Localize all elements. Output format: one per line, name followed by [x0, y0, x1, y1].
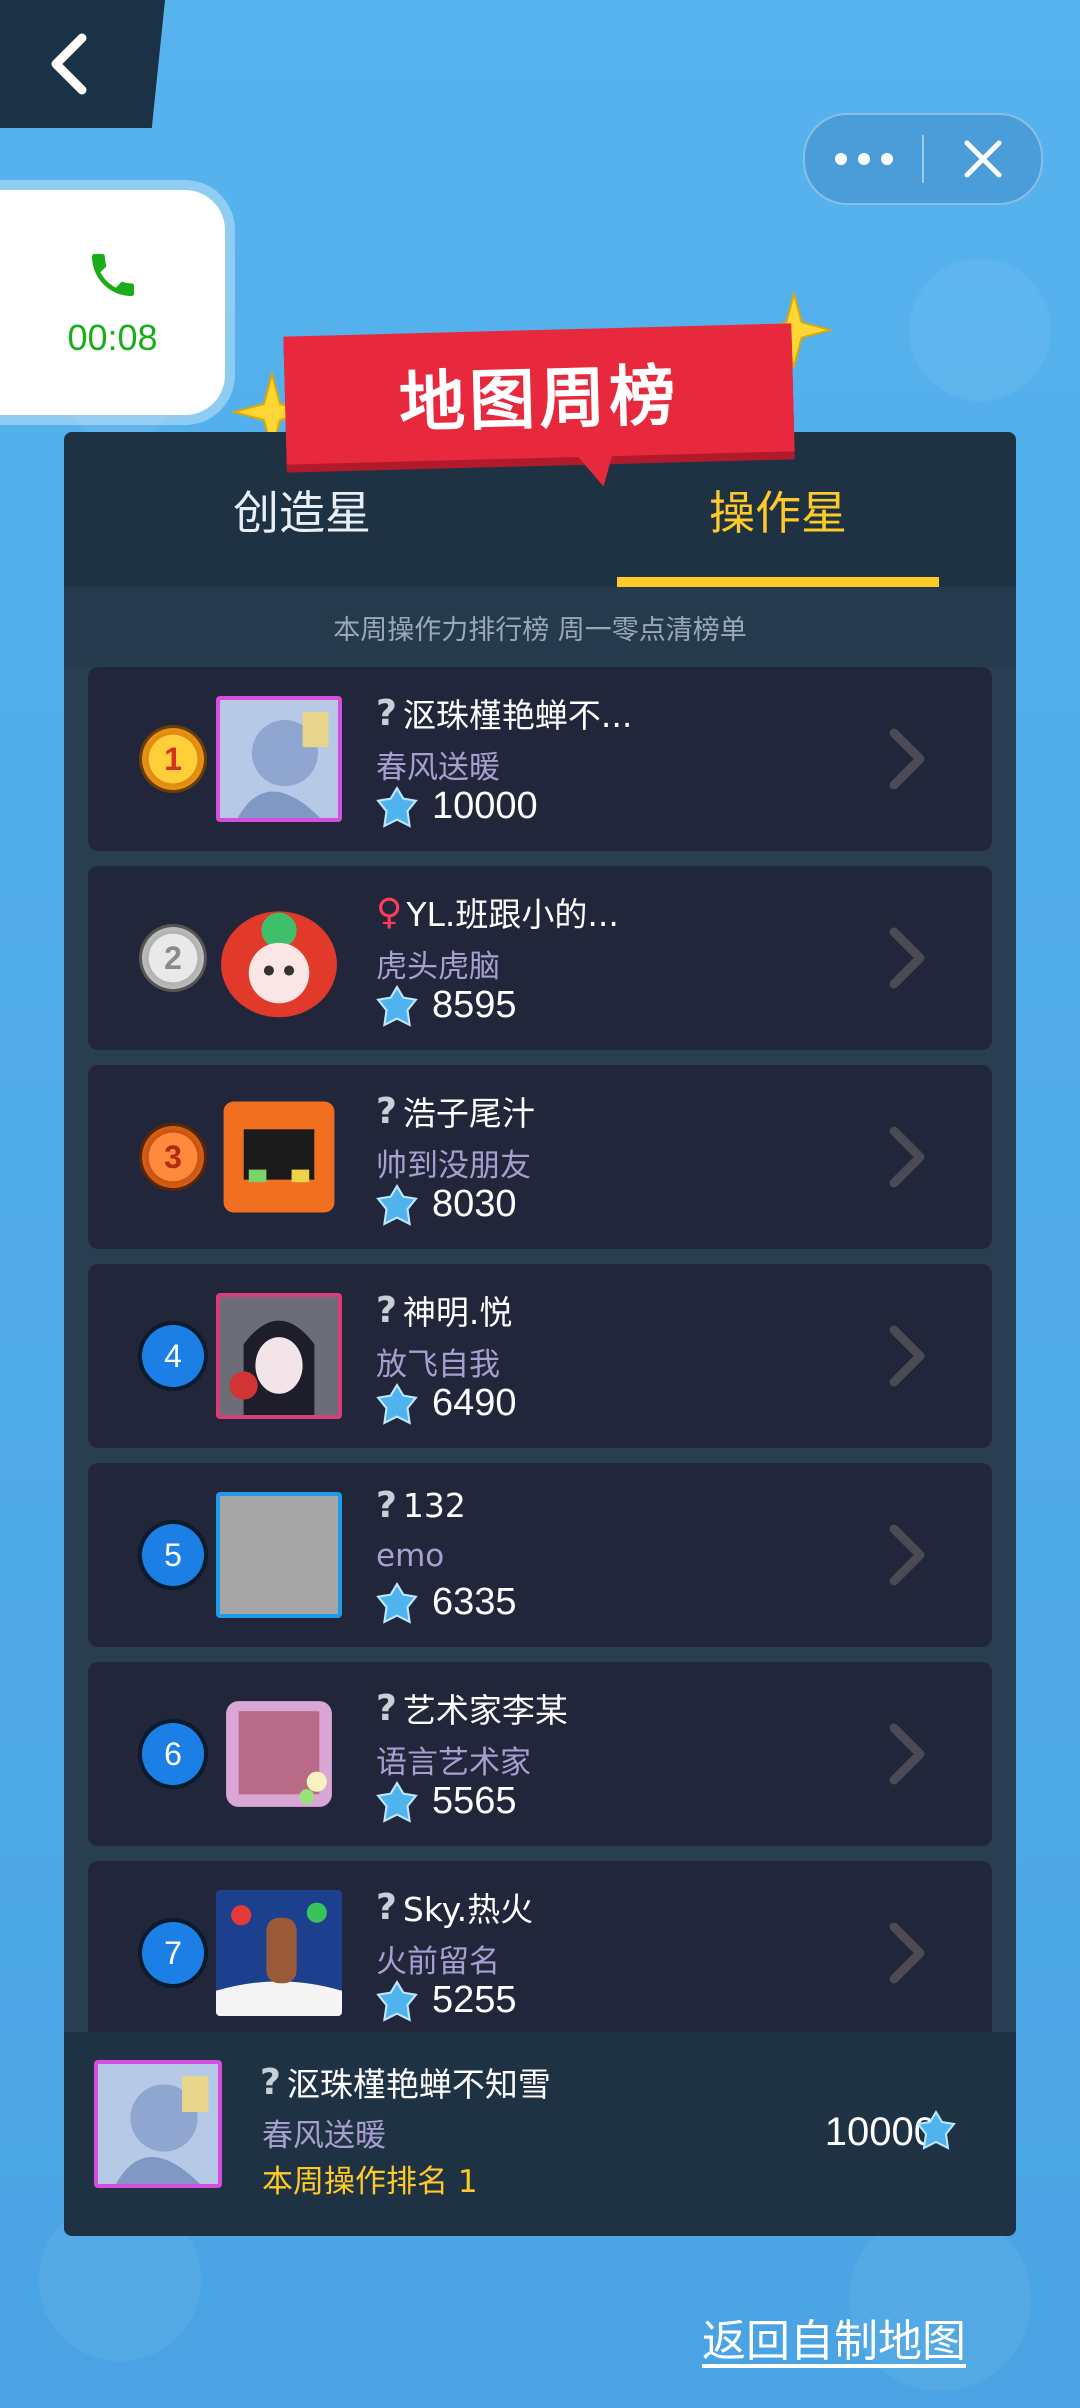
rank-badge: 5 [142, 1524, 204, 1586]
player-score: 8030 [432, 1183, 517, 1225]
unknown-gender-icon: ? [376, 1485, 397, 1526]
gem-icon [376, 1979, 418, 2022]
unknown-gender-icon: ? [376, 1289, 397, 1331]
avatar [216, 895, 342, 1021]
back-to-custom-map-link[interactable]: 返回自制地图 [702, 2305, 966, 2369]
chevron-right-icon [889, 1524, 925, 1586]
chevron-right-icon [889, 728, 925, 790]
chevron-right-icon [889, 1922, 925, 1984]
back-button[interactable] [0, 0, 165, 128]
title-banner: 地图周榜 [283, 323, 795, 465]
ranking-row[interactable]: 1 ? 沤珠槿艳蝉不... 春风送暖 10000 [88, 667, 992, 851]
phone-icon [91, 253, 134, 296]
chevron-right-icon [889, 1126, 925, 1188]
unknown-gender-icon: ? [260, 2061, 281, 2103]
my-avatar [94, 2060, 222, 2188]
rank-medal-silver: 2 [142, 927, 204, 989]
player-name: 艺术家李某 [402, 1691, 568, 1730]
leaderboard-panel: 创造星 操作星 本周操作力排行榜 周一零点清榜单 1 ? 沤珠槿艳蝉不... 春风… [64, 432, 1016, 2236]
ranking-row[interactable]: 4 ? 神明.悦 放飞自我 6490 [88, 1264, 992, 1448]
close-icon [964, 140, 1001, 178]
ranking-row[interactable]: 5 ? 132 emo 6335 [88, 1463, 992, 1647]
unknown-gender-icon: ? [376, 1886, 397, 1928]
gem-icon [376, 785, 418, 828]
player-name: YL.班跟小的... [406, 895, 619, 934]
player-score: 5255 [432, 1979, 517, 2021]
player-signature: 放飞自我 [376, 1347, 500, 1383]
page-title: 地图周榜 [398, 357, 681, 442]
ranking-list[interactable]: 1 ? 沤珠槿艳蝉不... 春风送暖 10000 2 ♀ YL.班跟小的... 虎头… [64, 667, 1016, 2236]
ranking-row[interactable]: 6 ? 艺术家李某 语言艺术家 5565 [88, 1662, 992, 1846]
player-signature: emo [376, 1538, 445, 1574]
avatar [216, 1094, 342, 1220]
player-signature: 虎头虎脑 [376, 949, 500, 985]
gem-icon [376, 1780, 418, 1823]
close-button[interactable] [924, 115, 1041, 203]
rank-badge: 6 [142, 1723, 204, 1785]
player-signature: 帅到没朋友 [376, 1148, 531, 1184]
chevron-right-icon [889, 927, 925, 989]
rank-badge: 4 [142, 1325, 204, 1387]
rank-badge: 7 [142, 1922, 204, 1984]
my-name: 沤珠槿艳蝉不知雪 [286, 2065, 551, 2104]
player-score: 10000 [432, 785, 538, 827]
unknown-gender-icon: ? [376, 692, 397, 734]
chevron-left-icon [51, 33, 86, 95]
player-signature: 语言艺术家 [376, 1745, 531, 1781]
player-name: 沤珠槿艳蝉不... [402, 696, 633, 735]
ranking-row[interactable]: 3 ? 浩子尾汁 帅到没朋友 8030 [88, 1065, 992, 1249]
avatar [216, 1890, 342, 2016]
player-score: 5565 [432, 1780, 517, 1822]
gem-icon [376, 1183, 418, 1226]
call-duration: 00:08 [67, 316, 158, 358]
player-name: 神明.悦 [402, 1293, 513, 1332]
player-score: 6335 [432, 1581, 517, 1623]
avatar [216, 1492, 342, 1618]
unknown-gender-icon: ? [376, 1687, 397, 1729]
female-icon: ♀ [376, 891, 403, 933]
player-score: 8595 [432, 984, 517, 1026]
gem-icon [376, 1581, 418, 1624]
player-name: 132 [402, 1486, 466, 1525]
more-icon [834, 153, 893, 165]
gem-icon [376, 984, 418, 1027]
my-ranking-card[interactable]: ? 沤珠槿艳蝉不知雪 春风送暖 本周操作排名 1 10000 [64, 2032, 1016, 2236]
gem-icon [916, 2110, 956, 2150]
avatar [216, 696, 342, 822]
gem-icon [376, 1382, 418, 1425]
player-score: 6490 [432, 1382, 517, 1424]
player-name: 浩子尾汁 [402, 1094, 535, 1133]
rank-medal-bronze: 3 [142, 1126, 204, 1188]
miniprogram-capsule [803, 113, 1043, 205]
unknown-gender-icon: ? [376, 1090, 397, 1132]
chevron-right-icon [889, 1325, 925, 1387]
leaderboard-subtitle: 本周操作力排行榜 周一零点清榜单 [64, 587, 1016, 667]
player-name: Sky.热火 [402, 1890, 534, 1929]
ranking-row[interactable]: 2 ♀ YL.班跟小的... 虎头虎脑 8595 [88, 866, 992, 1050]
player-signature: 春风送暖 [376, 750, 500, 786]
my-signature: 春风送暖 [262, 2118, 386, 2154]
rank-medal-gold: 1 [142, 728, 204, 790]
avatar [216, 1293, 342, 1419]
my-rank-label: 本周操作排名 1 [262, 2164, 478, 2200]
more-button[interactable] [805, 115, 922, 203]
player-signature: 火前留名 [376, 1944, 500, 1980]
voice-call-float[interactable]: 00:08 [0, 190, 225, 415]
chevron-right-icon [889, 1723, 925, 1785]
ranking-row[interactable]: 7 ? Sky.热火 火前留名 5255 [88, 1861, 992, 2045]
avatar [216, 1691, 342, 1817]
